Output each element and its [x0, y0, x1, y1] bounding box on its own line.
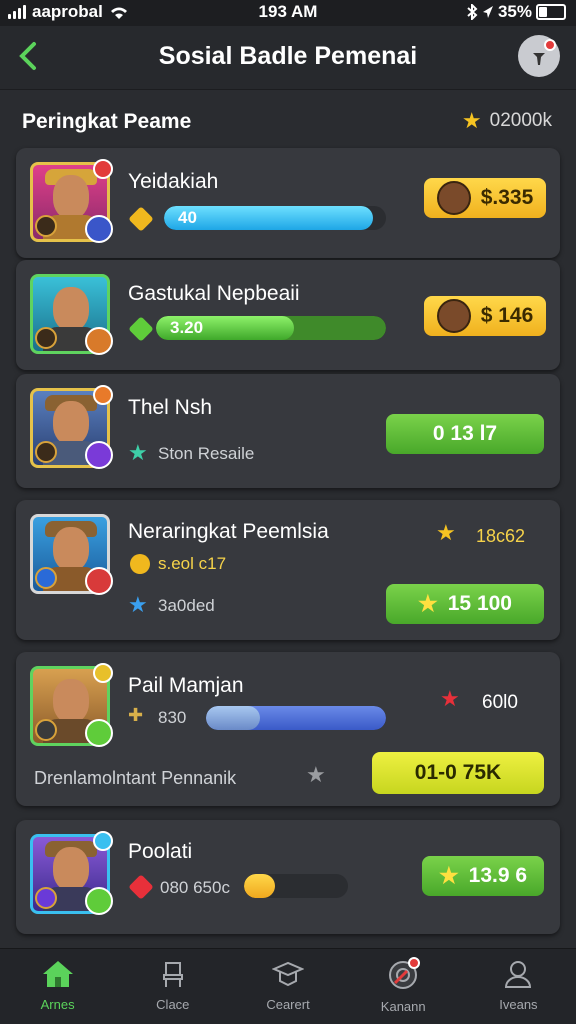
total-score-value: 02000k: [489, 110, 552, 131]
player-name: Thel Nsh: [128, 396, 213, 419]
coin-value: s.eol c17: [158, 554, 227, 573]
progress-value: 3.20: [170, 318, 204, 337]
reward-value: $.335: [480, 186, 534, 209]
gem-icon: [128, 874, 154, 900]
star-icon: ★: [440, 686, 460, 711]
location-icon: [482, 6, 493, 18]
page-title: Sosial Badle Pemenai: [158, 42, 418, 70]
avatar: [30, 385, 113, 469]
score-value: 13.9 6: [468, 864, 528, 887]
progress-bar: [244, 874, 348, 898]
player-card[interactable]: Gastukal Nepbeaii 3.20 $ 146: [16, 260, 560, 370]
player-card[interactable]: Yeidakiah 40 $.335: [16, 148, 560, 258]
back-button[interactable]: [12, 38, 48, 74]
star-icon: ★: [438, 863, 459, 888]
score-value: 0 13 l7: [432, 422, 498, 445]
cap-icon: [272, 961, 304, 987]
nav-item-cearert[interactable]: Cearert: [230, 949, 345, 1024]
badge-icon: ✚: [128, 705, 144, 725]
notification-dot: [544, 39, 556, 51]
player-card[interactable]: Thel Nsh ★ Ston Resaile 0 13 l7: [16, 374, 560, 488]
status-right: 35%: [466, 2, 566, 22]
star-icon: ★: [418, 591, 438, 616]
battery-icon: [536, 4, 566, 20]
score-value: 01-0 75K: [414, 761, 502, 784]
player-stat: 3a0ded: [158, 596, 215, 615]
nav-label: Arnes: [40, 997, 75, 1012]
nav-item-iveans[interactable]: Iveans: [461, 949, 576, 1024]
avatar: [436, 181, 471, 215]
gem-icon: [128, 206, 154, 232]
chair-icon: [162, 962, 183, 987]
nav-label: Cearert: [266, 997, 310, 1012]
notifications-button[interactable]: [518, 35, 560, 77]
reward-button[interactable]: $ 146: [424, 296, 546, 336]
total-score: ★ 02000k: [462, 110, 552, 132]
star-icon: ★: [128, 440, 148, 465]
player-name: Yeidakiah: [128, 170, 219, 193]
player-stat: Drenlamolntant Pennanik: [34, 768, 237, 788]
avatar: [30, 159, 113, 243]
section-title: Peringkat Peame: [22, 110, 192, 133]
bluetooth-icon: [467, 4, 478, 20]
bottom-nav: Arnes Clace Cearert Kanann Iveans: [0, 948, 576, 1024]
gem-value: 830: [158, 708, 187, 727]
player-name: Poolati: [128, 840, 193, 863]
player-card[interactable]: Neraringkat Peemlsia ★ 18c62 s.eol c17 ★…: [16, 500, 560, 640]
progress-bar: [206, 706, 386, 730]
nav-label: Clace: [156, 997, 190, 1012]
chevron-left-icon: [19, 42, 36, 70]
status-bar: aaprobal 193 AM 35%: [0, 0, 576, 26]
player-card[interactable]: Poolati 080 650c ★ 13.9 6: [16, 820, 560, 934]
avatar: [30, 274, 113, 355]
coin-icon: [130, 554, 150, 574]
star-icon: ★: [436, 520, 456, 545]
user-icon: [505, 961, 532, 988]
nav-item-kanann[interactable]: Kanann: [346, 949, 461, 1024]
reward-value: $ 146: [480, 304, 534, 327]
nav-item-clace[interactable]: Clace: [115, 949, 230, 1024]
nav-label: Kanann: [380, 999, 426, 1014]
star-icon: ★: [306, 762, 326, 787]
notification-dot: [407, 957, 420, 969]
battery-percent: 35%: [497, 2, 532, 21]
star-icon: ★: [461, 108, 482, 133]
player-score: 60l0: [482, 692, 518, 713]
progress-value: 40: [178, 208, 197, 227]
avatar: [436, 299, 471, 333]
gem-icon: [128, 316, 154, 342]
app-header: Sosial Badle Pemenai: [0, 26, 576, 90]
player-score: 18c62: [476, 526, 526, 546]
progress-bar: 40: [164, 206, 386, 230]
avatar: [30, 831, 113, 915]
score-button[interactable]: 01-0 75K: [372, 752, 544, 794]
score-button[interactable]: ★ 13.9 6: [422, 856, 544, 896]
progress-bar: 3.20: [156, 316, 386, 340]
player-name: Pail Mamjan: [128, 674, 244, 697]
score-value: 15 100: [447, 592, 512, 615]
nav-item-home[interactable]: Arnes: [0, 949, 115, 1024]
avatar: [30, 663, 113, 747]
score-button[interactable]: 0 13 l7: [386, 414, 544, 454]
player-name: Gastukal Nepbeaii: [128, 282, 300, 305]
star-icon: ★: [128, 592, 148, 617]
leaderboard-header: Peringkat Peame ★ 02000k: [22, 108, 552, 138]
player-card[interactable]: Pail Mamjan ✚ 830 ★ 60l0 Drenlamolntant …: [16, 652, 560, 806]
home-icon: [42, 961, 73, 987]
reward-button[interactable]: $.335: [424, 178, 546, 218]
player-name: Neraringkat Peemlsia: [128, 520, 329, 543]
nav-label: Iveans: [499, 997, 538, 1012]
gem-value: 080 650c: [160, 878, 230, 897]
score-button[interactable]: ★ 15 100: [386, 584, 544, 624]
player-stat: Ston Resaile: [158, 444, 255, 463]
avatar: [30, 514, 113, 595]
